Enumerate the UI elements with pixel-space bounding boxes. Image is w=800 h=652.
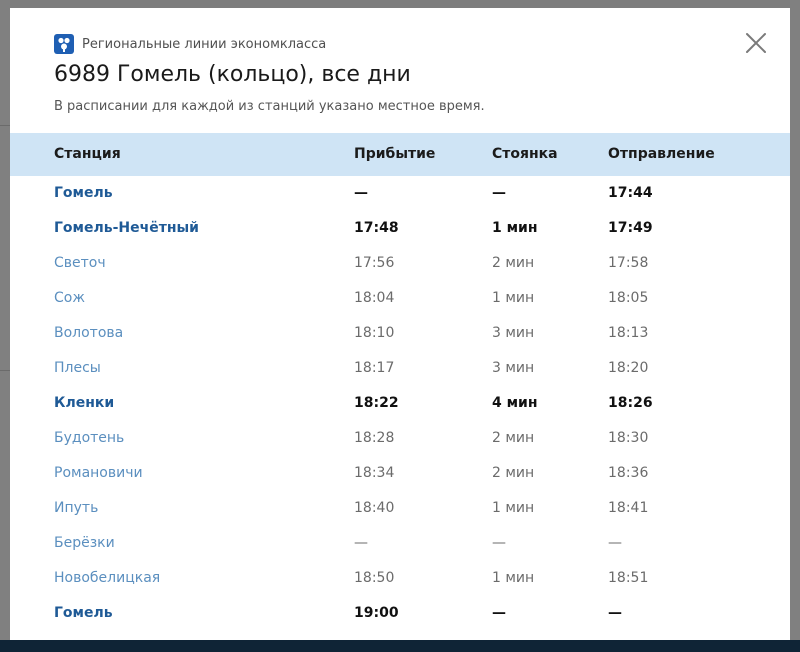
table-row: Кленки 18:22 4 мин 18:26 bbox=[10, 386, 790, 421]
table-row: Новобелицкая 18:50 1 мин 18:51 bbox=[10, 561, 790, 596]
departure-time: 18:20 bbox=[608, 360, 649, 376]
departure-time: — bbox=[608, 535, 622, 551]
close-icon bbox=[746, 33, 766, 53]
stop-duration: 2 мин bbox=[492, 430, 535, 446]
departure-time: 18:41 bbox=[608, 500, 649, 516]
table-row: Сож 18:04 1 мин 18:05 bbox=[10, 281, 790, 316]
table-row: Берёзки — — — bbox=[10, 526, 790, 561]
brand-logo-icon bbox=[54, 34, 74, 54]
schedule-table: Станция Прибытие Стоянка Отправление Гом… bbox=[10, 133, 790, 631]
background-divider bbox=[0, 370, 10, 371]
departure-time: 17:49 bbox=[608, 220, 653, 236]
stop-duration: — bbox=[492, 185, 506, 201]
arrival-time: 18:28 bbox=[354, 430, 395, 446]
station-name[interactable]: Волотова bbox=[54, 325, 123, 341]
stop-duration: 1 мин bbox=[492, 500, 535, 516]
station-name[interactable]: Романовичи bbox=[54, 465, 143, 481]
table-row: Гомель — — 17:44 bbox=[10, 176, 790, 211]
close-button[interactable] bbox=[743, 30, 769, 56]
departure-time: 18:36 bbox=[608, 465, 649, 481]
arrival-time: 17:56 bbox=[354, 255, 395, 271]
column-header-stop: Стоянка bbox=[492, 146, 558, 162]
brand-label: Региональные линии экономкласса bbox=[82, 36, 327, 52]
table-row: Гомель-Нечётный 17:48 1 мин 17:49 bbox=[10, 211, 790, 246]
stop-duration: 3 мин bbox=[492, 325, 535, 341]
arrival-time: 18:50 bbox=[354, 570, 395, 586]
table-header: Станция Прибытие Стоянка Отправление bbox=[10, 133, 790, 176]
table-row: Гомель 19:00 — — bbox=[10, 596, 790, 631]
background-divider bbox=[0, 125, 10, 126]
departure-time: 18:13 bbox=[608, 325, 649, 341]
column-header-departure: Отправление bbox=[608, 146, 715, 162]
departure-time: 18:05 bbox=[608, 290, 649, 306]
arrival-time: 18:17 bbox=[354, 360, 395, 376]
stop-duration: 2 мин bbox=[492, 465, 535, 481]
station-name[interactable]: Гомель-Нечётный bbox=[54, 220, 199, 236]
arrival-time: — bbox=[354, 185, 368, 201]
arrival-time: 19:00 bbox=[354, 605, 399, 621]
station-name[interactable]: Будотень bbox=[54, 430, 124, 446]
departure-time: 17:44 bbox=[608, 185, 653, 201]
station-name[interactable]: Гомель bbox=[54, 185, 113, 201]
departure-time: 17:58 bbox=[608, 255, 649, 271]
brand-row: Региональные линии экономкласса bbox=[54, 33, 326, 55]
table-row: Будотень 18:28 2 мин 18:30 bbox=[10, 421, 790, 456]
train-title: 6989 Гомель (кольцо), все дни bbox=[54, 62, 411, 87]
arrival-time: 18:34 bbox=[354, 465, 395, 481]
schedule-modal: Региональные линии экономкласса 6989 Гом… bbox=[10, 8, 790, 640]
arrival-time: 18:10 bbox=[354, 325, 395, 341]
station-name[interactable]: Кленки bbox=[54, 395, 114, 411]
arrival-time: — bbox=[354, 535, 368, 551]
background-page-left bbox=[0, 0, 10, 640]
table-row: Романовичи 18:34 2 мин 18:36 bbox=[10, 456, 790, 491]
table-body: Гомель — — 17:44 Гомель-Нечётный 17:48 1 мин 17… bbox=[10, 176, 790, 631]
stop-duration: 4 мин bbox=[492, 395, 538, 411]
background-bottom-bar bbox=[0, 640, 800, 652]
table-row: Плесы 18:17 3 мин 18:20 bbox=[10, 351, 790, 386]
departure-time: 18:26 bbox=[608, 395, 653, 411]
column-header-station: Станция bbox=[54, 146, 121, 162]
arrival-time: 18:04 bbox=[354, 290, 395, 306]
stop-duration: 1 мин bbox=[492, 290, 535, 306]
stop-duration: — bbox=[492, 535, 506, 551]
stop-duration: 1 мин bbox=[492, 220, 538, 236]
arrival-time: 17:48 bbox=[354, 220, 399, 236]
station-name[interactable]: Берёзки bbox=[54, 535, 115, 551]
stop-duration: — bbox=[492, 605, 506, 621]
table-row: Ипуть 18:40 1 мин 18:41 bbox=[10, 491, 790, 526]
column-header-arrival: Прибытие bbox=[354, 146, 436, 162]
table-row: Светоч 17:56 2 мин 17:58 bbox=[10, 246, 790, 281]
departure-time: — bbox=[608, 605, 622, 621]
station-name[interactable]: Плесы bbox=[54, 360, 101, 376]
timezone-note: В расписании для каждой из станций указа… bbox=[54, 99, 485, 114]
stop-duration: 2 мин bbox=[492, 255, 535, 271]
departure-time: 18:30 bbox=[608, 430, 649, 446]
stop-duration: 1 мин bbox=[492, 570, 535, 586]
stop-duration: 3 мин bbox=[492, 360, 535, 376]
table-row: Волотова 18:10 3 мин 18:13 bbox=[10, 316, 790, 351]
arrival-time: 18:22 bbox=[354, 395, 399, 411]
background-page-right bbox=[790, 0, 800, 640]
departure-time: 18:51 bbox=[608, 570, 649, 586]
station-name[interactable]: Гомель bbox=[54, 605, 113, 621]
arrival-time: 18:40 bbox=[354, 500, 395, 516]
station-name[interactable]: Светоч bbox=[54, 255, 106, 271]
station-name[interactable]: Ипуть bbox=[54, 500, 98, 516]
station-name[interactable]: Новобелицкая bbox=[54, 570, 160, 586]
station-name[interactable]: Сож bbox=[54, 290, 85, 306]
